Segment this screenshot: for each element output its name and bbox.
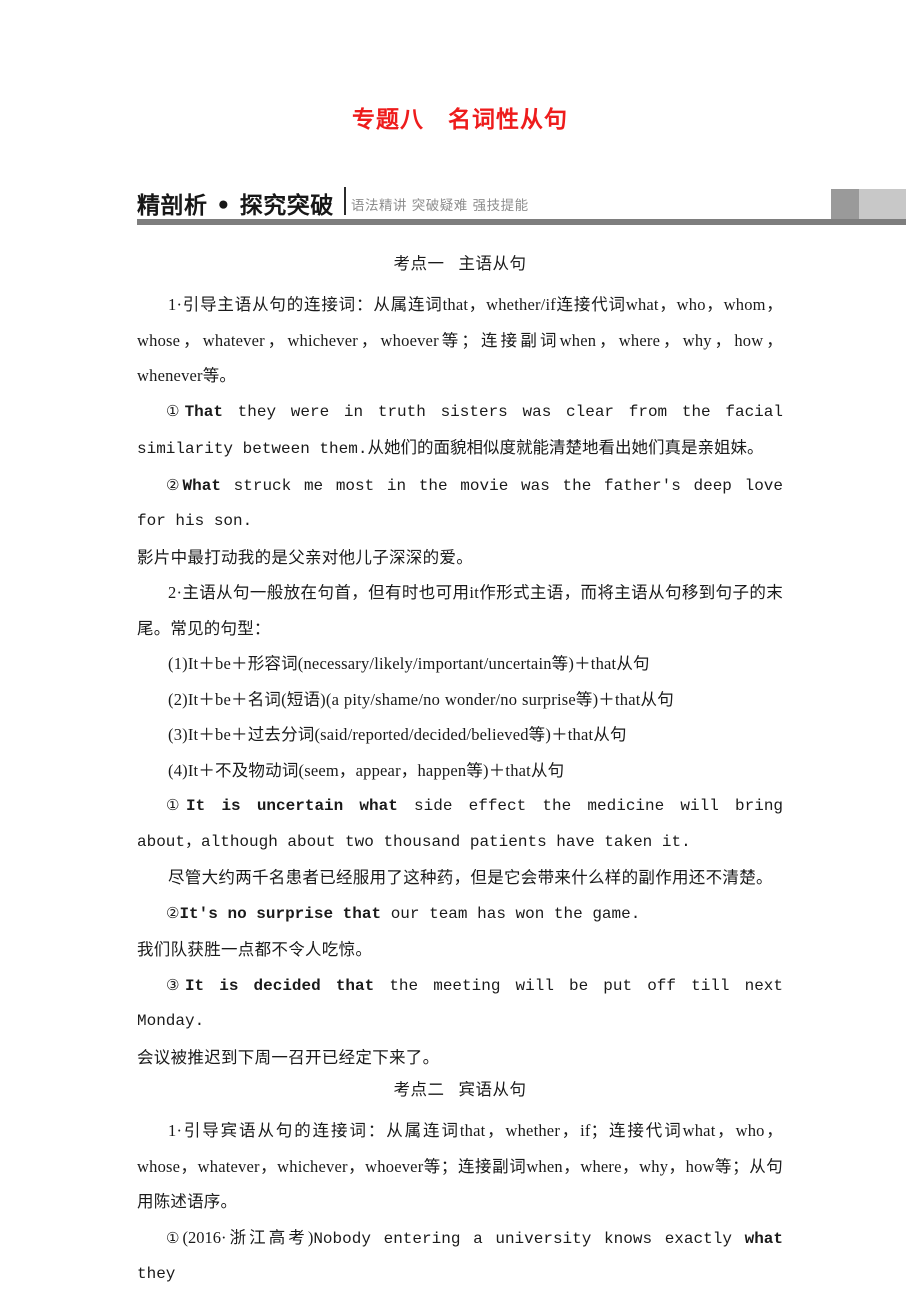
example-2-1: ①It is uncertain what side effect the me… <box>137 788 783 860</box>
section-header-band: 精剖析 • 探究突破 语法精讲 突破疑难 强技提能 <box>137 186 906 232</box>
pattern-line-4: (4)It＋不及物动词(seem，appear，happen等)＋that从句 <box>168 760 565 780</box>
example-text: struck me most in the movie was the fath… <box>137 476 783 531</box>
pattern-line-3: (3)It＋be＋过去分词(said/reported/decided/beli… <box>168 725 627 744</box>
kaodian-two-label: 考点二 <box>393 1080 445 1099</box>
kaodian-one-name: 主语从句 <box>458 254 527 273</box>
example-marker: ① <box>166 401 185 420</box>
kaodian-one-label: 考点一 <box>393 254 445 273</box>
decoration-block-dark <box>831 189 859 219</box>
example-2-3-translation: 会议被推迟到下周一召开已经定下来了。 <box>137 1047 440 1067</box>
example-1-1-translation: 从她们的面貌相似度就能清楚地看出她们真是亲姐妹。 <box>367 438 764 457</box>
example-2-3: ③It is decided that the meeting will be … <box>137 968 783 1040</box>
example-3-1: ①(2016·浙江高考)Nobody entering a university… <box>137 1220 783 1293</box>
example-keyword: What <box>182 476 221 495</box>
paragraph-point-1: 1·引导主语从句的连接词：从属连词that，whether/if连接代词what… <box>137 295 783 385</box>
pattern-line-2: (2)It＋be＋名词(短语)(a pity/shame/no wonder/n… <box>168 689 674 709</box>
example-text: they <box>137 1265 176 1283</box>
example-marker: ② <box>166 903 180 922</box>
example-marker: ② <box>166 475 183 494</box>
example-keyword: what <box>744 1229 783 1248</box>
page-title: 专题八 名词性从句 <box>352 107 568 133</box>
example-keyword: It is decided that <box>184 976 375 995</box>
example-1-1: ①That they were in truth sisters was cle… <box>137 394 783 468</box>
document-page: 专题八 名词性从句 精剖析 • 探究突破 语法精讲 突破疑难 强技提能 考点一主… <box>0 0 920 1302</box>
example-2-2: ②It's no surprise that our team has won … <box>137 896 783 933</box>
example-source: (2016·浙江高考) <box>182 1227 314 1247</box>
example-1-2: ②What struck me most in the movie was th… <box>137 468 783 540</box>
example-keyword: It is uncertain what <box>186 797 398 815</box>
example-marker: ① <box>166 1228 183 1247</box>
example-marker: ③ <box>166 975 185 994</box>
paragraph-point-3: 1·引导宾语从句的连接词：从属连词that，whether，if；连接代词wha… <box>137 1121 783 1211</box>
section-header-title: 精剖析 • 探究突破 <box>137 193 334 219</box>
example-1-2-translation: 影片中最打动我的是父亲对他儿子深深的爱。 <box>137 547 473 567</box>
heading-kaodian-two: 考点二 宾语从句 <box>137 1075 783 1105</box>
document-body: 考点一 主语从句 1·引导主语从句的连接词：从属连词that，whether/if… <box>137 249 783 1293</box>
example-2-1-translation: 尽管大约两千名患者已经服用了这种药，但是它会带来什么样的副作用还不清楚。 <box>168 868 773 887</box>
example-marker: ① <box>166 796 187 814</box>
section-header-subtitle: 语法精讲 突破疑难 强技提能 <box>351 198 529 214</box>
section-header-rule <box>137 219 906 225</box>
example-text-pre: Nobody entering a university knows exact… <box>313 1229 745 1248</box>
section-header-divider <box>344 187 346 215</box>
example-keyword: That <box>184 402 223 421</box>
section-header-decoration-block <box>831 189 906 219</box>
decoration-block-light <box>859 189 906 219</box>
heading-kaodian-one: 考点一 主语从句 <box>137 249 783 279</box>
example-keyword: It's no surprise that <box>179 904 382 923</box>
pattern-line-1: (1)It＋be＋形容词(necessary/likely/important/… <box>168 654 650 673</box>
example-2-2-translation: 我们队获胜一点都不令人吃惊。 <box>137 940 373 959</box>
kaodian-two-name: 宾语从句 <box>458 1080 527 1099</box>
paragraph-point-2: 2·主语从句一般放在句首，但有时也可用it作形式主语，而将主语从句移到句子的末尾… <box>137 583 783 638</box>
example-text: our team has won the game. <box>381 904 641 923</box>
